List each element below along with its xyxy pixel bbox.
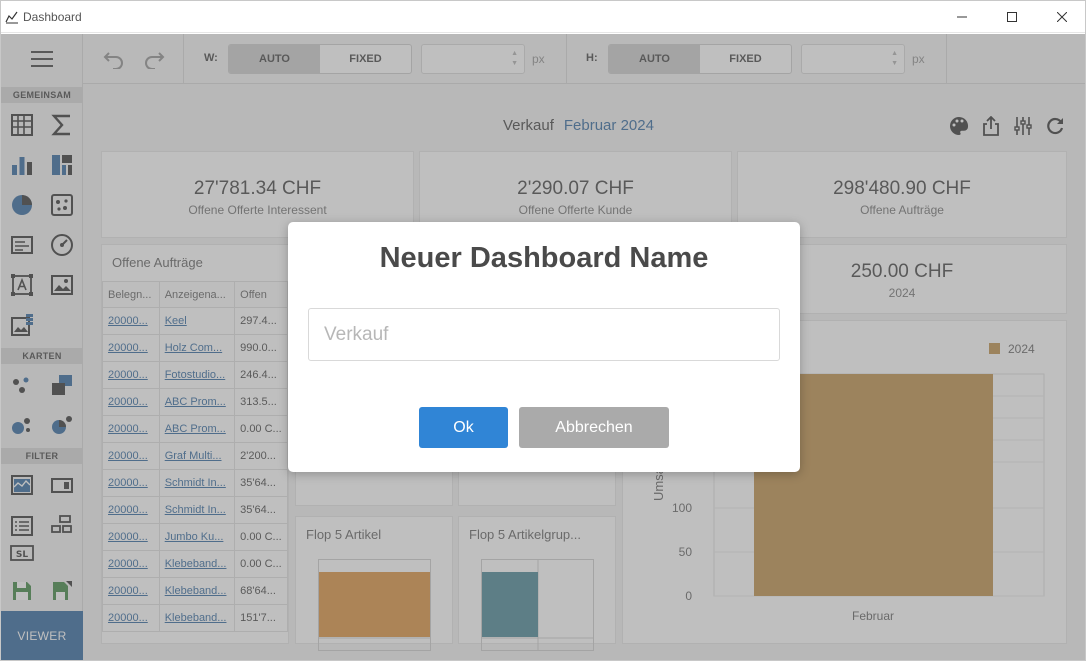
window-title: Dashboard: [23, 10, 82, 24]
chart-line-icon: [5, 11, 18, 24]
minimize-icon: [957, 16, 967, 18]
minimize-button[interactable]: [939, 1, 985, 33]
app-window: Dashboard GEMEINSAM: [0, 0, 1086, 661]
cancel-button[interactable]: Abbrechen: [519, 407, 669, 448]
close-icon: [1057, 12, 1067, 22]
dashboard-name-input[interactable]: [308, 308, 780, 361]
maximize-button[interactable]: [989, 1, 1035, 33]
ok-button[interactable]: Ok: [419, 407, 508, 448]
title-bar: Dashboard: [1, 1, 1085, 33]
dialog-title: Neuer Dashboard Name: [379, 242, 709, 274]
maximize-icon: [1007, 12, 1017, 22]
rename-dialog: Neuer Dashboard Name Ok Abbrechen: [288, 222, 800, 472]
close-window-button[interactable]: [1039, 1, 1085, 33]
